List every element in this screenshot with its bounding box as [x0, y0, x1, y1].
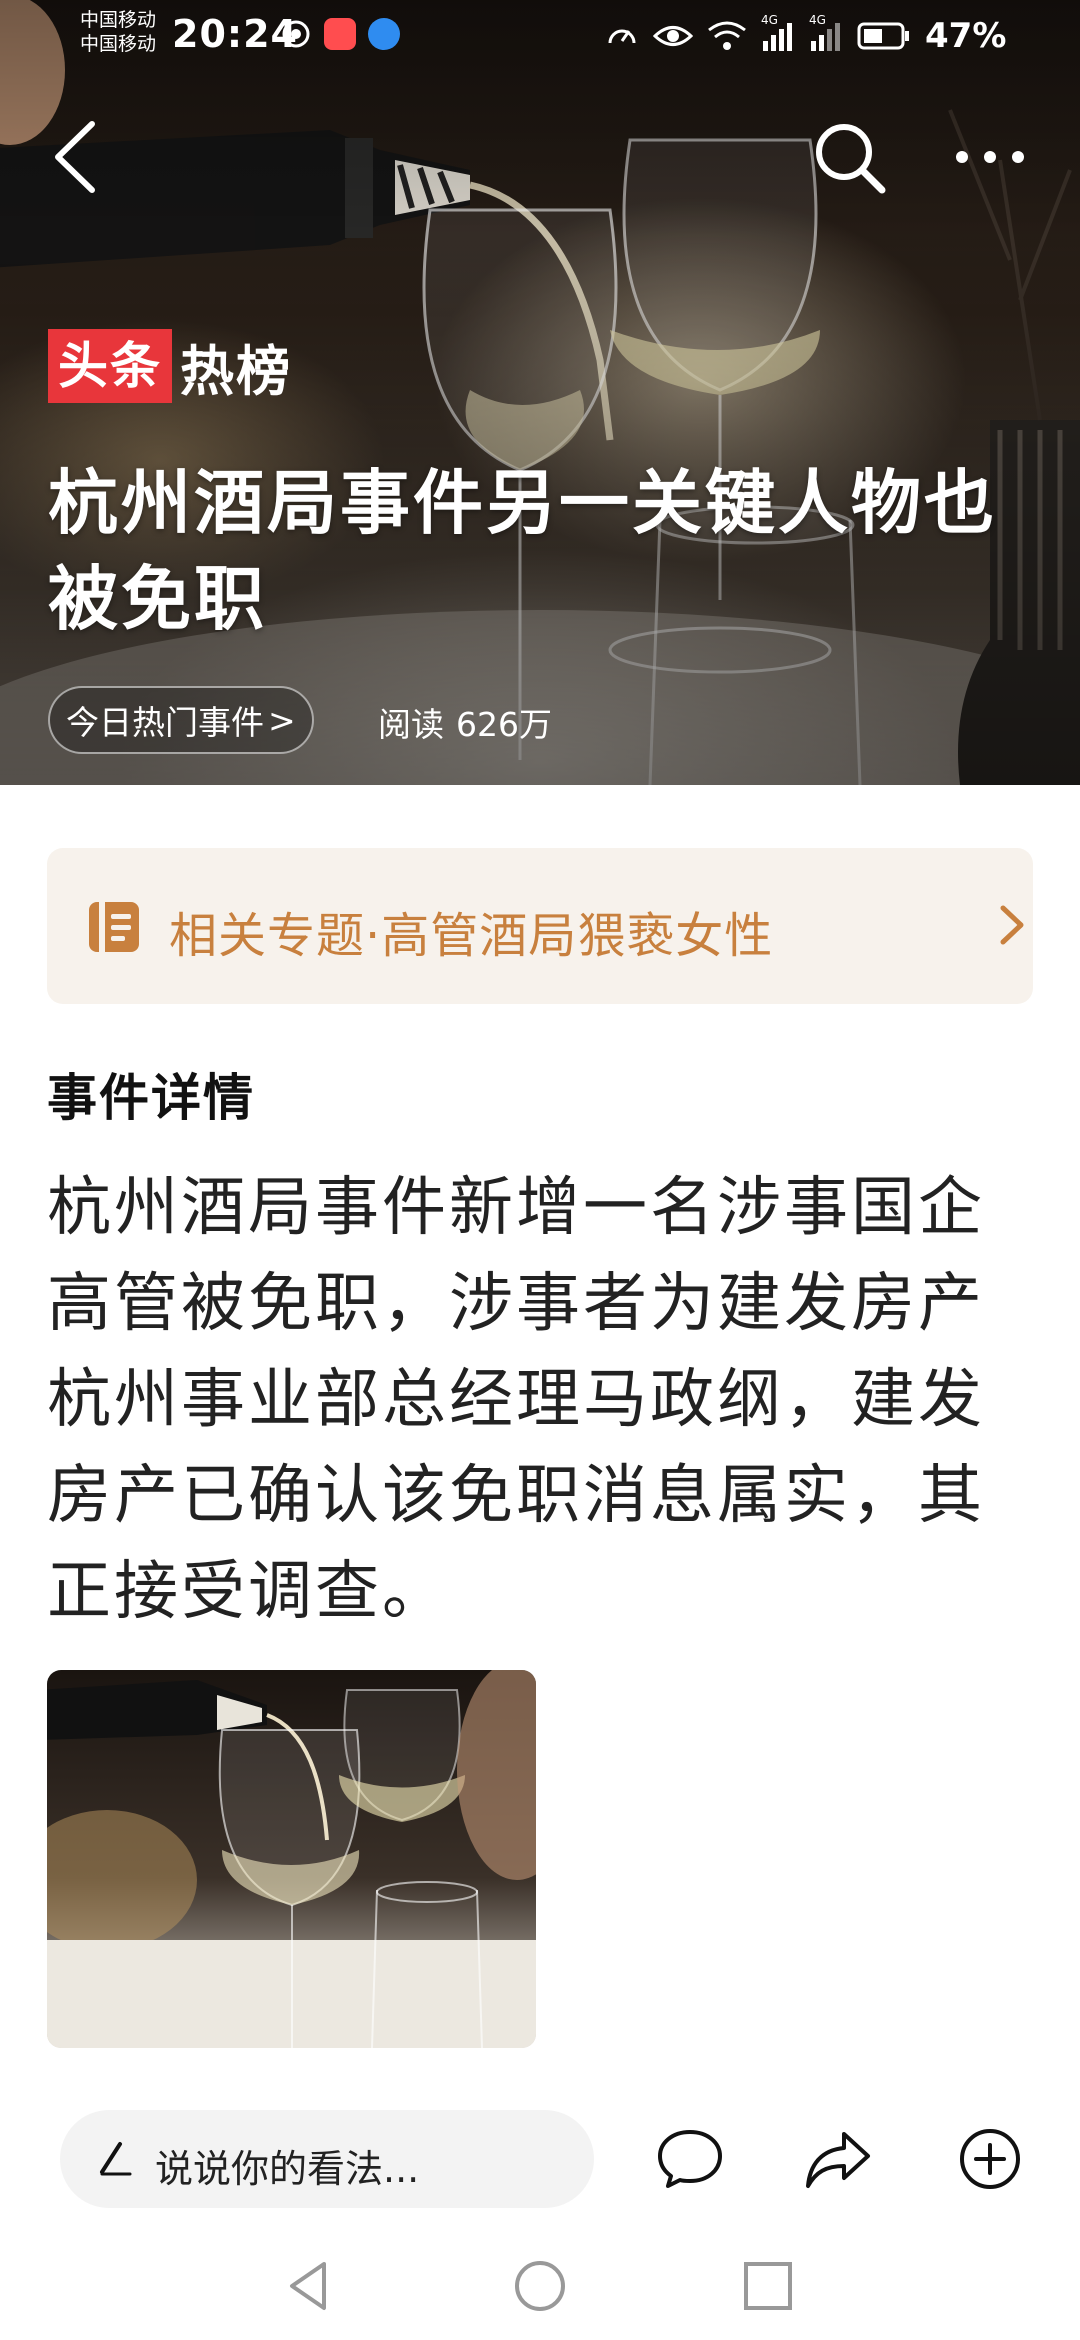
network-label-2: 4G — [809, 13, 826, 27]
speedometer-icon — [608, 29, 636, 44]
comment-placeholder: 说说你的看法... — [155, 2147, 420, 2191]
related-topic-label: 相关专题·高管酒局猥亵女性 — [169, 908, 774, 964]
comment-icon[interactable] — [656, 2126, 724, 2192]
share-icon[interactable] — [804, 2126, 872, 2192]
wifi-icon — [708, 21, 746, 50]
document-icon — [89, 902, 139, 952]
shopping-app-icon — [324, 18, 356, 50]
bottom-action-bar: 说说你的看法... — [0, 2090, 1080, 2220]
read-count: 阅读 626万 — [378, 698, 552, 746]
related-topic-card[interactable]: 相关专题·高管酒局猥亵女性 — [47, 848, 1033, 1004]
hero-banner: 中国移动 中国移动 20:24 4G 4G 47% 头条 热榜 杭州酒局事件另一… — [0, 0, 1080, 785]
read-count-value: 626万 — [456, 705, 552, 744]
back-icon[interactable] — [50, 118, 102, 196]
nav-back-icon[interactable] — [282, 2258, 338, 2314]
read-count-label: 阅读 — [378, 705, 444, 744]
page-title: 杭州酒局事件另一关键人物也被免职 — [48, 462, 997, 640]
comment-input[interactable]: 说说你的看法... — [60, 2110, 594, 2208]
browser-app-icon — [368, 18, 400, 50]
nav-home-icon[interactable] — [512, 2258, 568, 2314]
notification-icons — [280, 18, 400, 50]
article-body: 杭州酒局事件新增一名涉事国企高管被免职，涉事者为建发房产杭州事业部总经理马政纲，… — [47, 1171, 985, 1629]
network-label-1: 4G — [761, 13, 778, 27]
chevron-right-icon: > — [268, 700, 296, 740]
hot-events-chip[interactable]: 今日热门事件 > — [48, 686, 314, 754]
chip-label: 今日热门事件 — [66, 703, 264, 742]
hot-list-brand: 头条 热榜 — [48, 328, 292, 404]
signal-2: 4G — [809, 13, 843, 51]
pen-icon — [100, 2142, 132, 2176]
brand-label-red: 头条 — [48, 329, 172, 403]
eye-icon — [653, 26, 693, 46]
nav-recent-apps-icon[interactable] — [740, 2258, 796, 2314]
section-title: 事件详情 — [47, 1069, 255, 1127]
nfc-icon — [282, 20, 310, 48]
battery-percent: 47% — [925, 16, 1007, 56]
search-icon[interactable] — [810, 118, 888, 196]
carrier-2: 中国移动 — [80, 33, 157, 55]
status-bar: 中国移动 中国移动 20:24 4G 4G 47% — [0, 0, 1080, 72]
signal-1: 4G — [761, 13, 795, 51]
article-photo — [47, 1670, 536, 2048]
add-icon[interactable] — [956, 2126, 1024, 2192]
more-options-icon[interactable] — [950, 140, 1030, 174]
brand-label: 热榜 — [180, 339, 292, 403]
carrier-1: 中国移动 — [80, 9, 157, 31]
system-status-icons: 4G 4G 47% — [605, 13, 1007, 56]
carrier-labels: 中国移动 中国移动 — [80, 8, 156, 56]
article-image[interactable] — [47, 1670, 536, 2048]
battery-icon — [857, 22, 909, 50]
system-navigation-bar — [0, 2236, 1080, 2340]
chevron-right-icon — [1000, 905, 1024, 945]
